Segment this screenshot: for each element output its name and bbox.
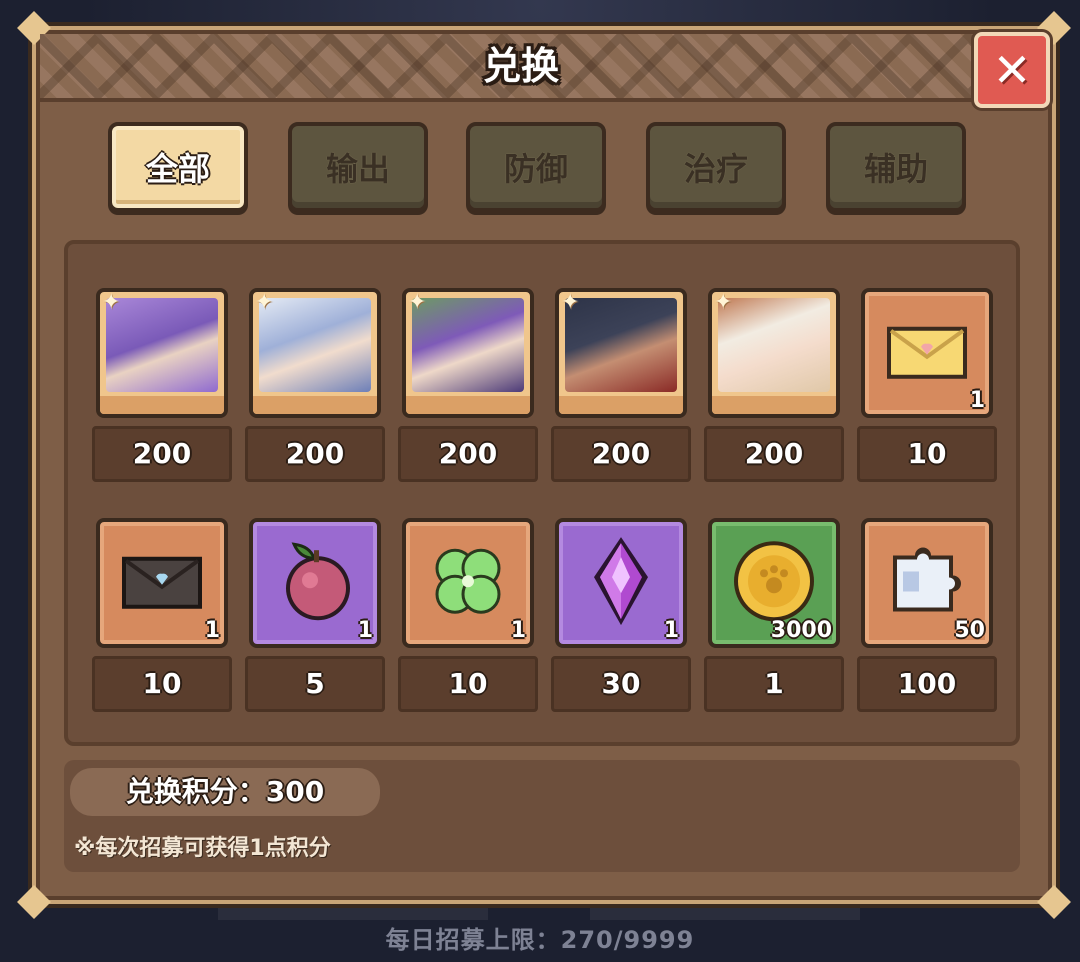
shop-item-hero-5[interactable]: ✦ 200 bbox=[704, 288, 844, 486]
item-price: 200 bbox=[245, 426, 385, 482]
hero-portrait-white-hair bbox=[259, 298, 371, 392]
shop-item-hero-3[interactable]: ✦ 200 bbox=[398, 288, 538, 486]
exchange-dialog: 兑换 ✕ 全部 输出 防御 治疗 辅助 ✦ 200 ✦ 200 ✦ 200 ✦ … bbox=[17, 11, 1071, 919]
item-quantity: 3000 bbox=[770, 618, 832, 643]
item-quantity: 50 bbox=[954, 618, 985, 643]
item-frame: 1 bbox=[96, 518, 228, 648]
fruit-icon bbox=[286, 542, 350, 621]
item-quantity: 1 bbox=[357, 618, 373, 643]
shop-item-hero-1[interactable]: ✦ 200 bbox=[92, 288, 232, 486]
hero-portrait-blonde bbox=[718, 298, 830, 392]
item-frame: ✦ bbox=[402, 288, 534, 418]
points-note: ※每次招募可获得1点积分 bbox=[74, 836, 331, 861]
shop-item-hero-4[interactable]: ✦ 200 bbox=[551, 288, 691, 486]
item-price: 10 bbox=[857, 426, 997, 482]
gold-coin-icon bbox=[734, 541, 814, 622]
item-frame: 1 bbox=[555, 518, 687, 648]
clover-icon bbox=[435, 548, 501, 614]
shop-item-black-letter[interactable]: 1 10 bbox=[92, 518, 232, 716]
background-tab-right bbox=[590, 902, 860, 920]
hero-portrait-dark-hat bbox=[565, 298, 677, 392]
item-price: 200 bbox=[398, 426, 538, 482]
star-icon: ✦ bbox=[102, 290, 121, 315]
daily-recruit-limit: 每日招募上限：270/9999 bbox=[385, 926, 695, 954]
item-price: 5 bbox=[245, 656, 385, 712]
title-bar: 兑换 bbox=[40, 34, 1006, 102]
shop-item-gold-coin[interactable]: 3000 1 bbox=[704, 518, 844, 716]
shop-item-yellow-letter[interactable]: 1 10 bbox=[857, 288, 997, 486]
crystal-icon bbox=[594, 537, 648, 626]
shop-item-fruit[interactable]: 1 5 bbox=[245, 518, 385, 716]
black-letter-icon bbox=[122, 556, 202, 609]
portrait-base bbox=[253, 396, 377, 414]
item-frame: 1 bbox=[402, 518, 534, 648]
hero-portrait-purple-hair bbox=[106, 298, 218, 392]
portrait-base bbox=[100, 396, 224, 414]
item-price: 1 bbox=[704, 656, 844, 712]
item-frame: 1 bbox=[861, 288, 993, 418]
background-tab-left bbox=[218, 902, 488, 920]
star-icon: ✦ bbox=[561, 290, 580, 315]
item-price: 10 bbox=[92, 656, 232, 712]
item-price: 100 bbox=[857, 656, 997, 712]
item-price: 200 bbox=[704, 426, 844, 482]
close-icon: ✕ bbox=[992, 43, 1032, 97]
shop-item-crystal[interactable]: 1 30 bbox=[551, 518, 691, 716]
item-price: 30 bbox=[551, 656, 691, 712]
tab-healing[interactable]: 治疗 bbox=[646, 122, 786, 212]
shop-item-puzzle[interactable]: 50 100 bbox=[857, 518, 997, 716]
shop-item-hero-2[interactable]: ✦ 200 bbox=[245, 288, 385, 486]
tab-support[interactable]: 辅助 bbox=[826, 122, 966, 212]
tab-output[interactable]: 输出 bbox=[288, 122, 428, 212]
close-button[interactable]: ✕ bbox=[974, 32, 1050, 108]
star-icon: ✦ bbox=[255, 290, 274, 315]
portrait-base bbox=[559, 396, 683, 414]
tab-defense[interactable]: 防御 bbox=[466, 122, 606, 212]
item-price: 200 bbox=[92, 426, 232, 482]
item-quantity: 1 bbox=[204, 618, 220, 643]
item-quantity: 1 bbox=[663, 618, 679, 643]
tab-all[interactable]: 全部 bbox=[108, 122, 248, 212]
item-frame: 50 bbox=[861, 518, 993, 648]
shop-item-clover[interactable]: 1 10 bbox=[398, 518, 538, 716]
items-grid: ✦ 200 ✦ 200 ✦ 200 ✦ 200 ✦ 200 1 10 1 10 … bbox=[64, 240, 1020, 746]
points-panel: 兑换积分：300 ※每次招募可获得1点积分 bbox=[64, 760, 1020, 872]
item-price: 10 bbox=[398, 656, 538, 712]
item-frame: 1 bbox=[249, 518, 381, 648]
portrait-base bbox=[712, 396, 836, 414]
exchange-points: 兑换积分：300 bbox=[70, 768, 380, 816]
star-icon: ✦ bbox=[714, 290, 733, 315]
item-frame: ✦ bbox=[708, 288, 840, 418]
item-frame: ✦ bbox=[555, 288, 687, 418]
item-quantity: 1 bbox=[969, 388, 985, 413]
item-frame: ✦ bbox=[249, 288, 381, 418]
yellow-letter-icon bbox=[887, 326, 967, 379]
star-icon: ✦ bbox=[408, 290, 427, 315]
item-price: 200 bbox=[551, 426, 691, 482]
item-frame: ✦ bbox=[96, 288, 228, 418]
item-frame: 3000 bbox=[708, 518, 840, 648]
puzzle-piece-icon bbox=[893, 547, 961, 612]
hero-portrait-purple-crown bbox=[412, 298, 524, 392]
dialog-title: 兑换 bbox=[482, 44, 559, 88]
item-quantity: 1 bbox=[510, 618, 526, 643]
portrait-base bbox=[406, 396, 530, 414]
